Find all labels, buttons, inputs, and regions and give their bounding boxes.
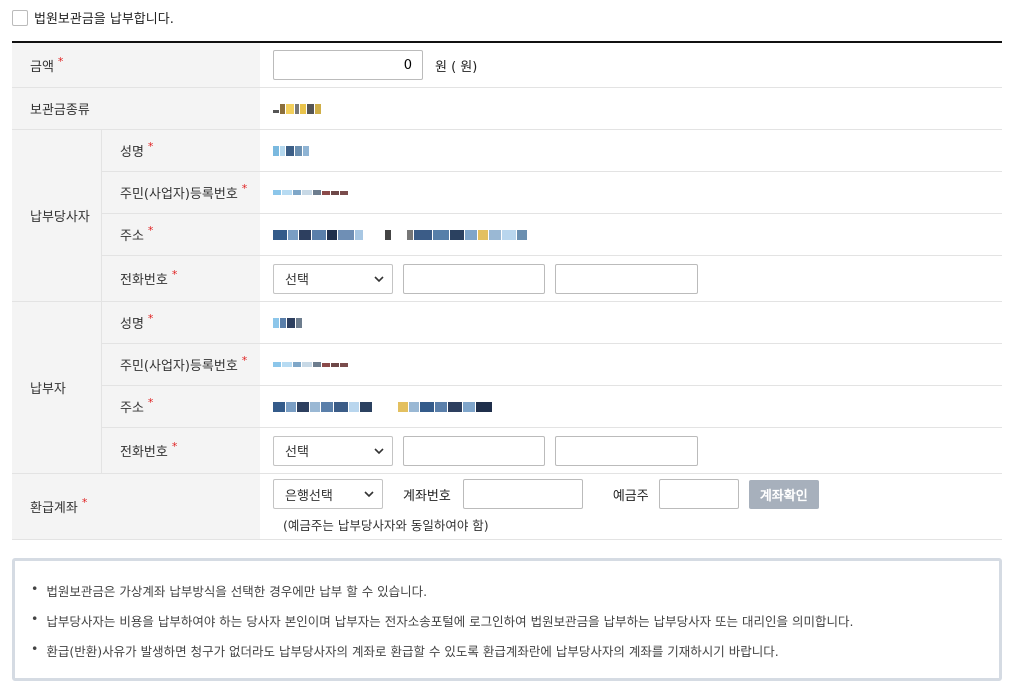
payer-name-label: 성명 * (102, 302, 260, 343)
payer-name-redacted (273, 316, 302, 330)
chevron-down-icon (364, 491, 374, 498)
notice-item: • 환급(반환)사유가 발생하면 청구가 없더라도 납부당사자의 계좌로 환급할 … (31, 641, 983, 660)
payer-phone-mid-input[interactable] (403, 435, 545, 466)
required-mark: * (241, 182, 248, 195)
required-mark: * (147, 396, 154, 409)
account-number-label: 계좌번호 (403, 488, 451, 504)
account-holder-label: 예금주 (612, 488, 649, 504)
amount-input[interactable] (273, 50, 423, 80)
confirm-account-button[interactable]: 계좌확인 (748, 479, 819, 509)
amount-row: 금액* 원 ( 원) (12, 43, 1002, 88)
payer-party-phone-row: 전화번호 * 선택 (102, 256, 1002, 301)
payer-party-regno-label-text: 주민(사업자)등록번호 (120, 187, 238, 202)
payer-party-group: 납부당사자 성명 * 주민(사업자)등록번호 * 주소 * 전화번호 * 선택 (12, 130, 1002, 302)
payer-party-address-row: 주소 * (102, 214, 1002, 256)
payer-party-address-label-text: 주소 (120, 229, 144, 244)
payer-regno-redacted (273, 358, 348, 372)
notice-text: 납부당사자는 비용을 납부하여야 하는 당사자 본인이며 납부자는 전자소송포털… (46, 614, 854, 629)
bullet-icon: • (31, 641, 39, 656)
required-mark: * (241, 354, 248, 367)
consent-label: 법원보관금을 납부합니다. (34, 12, 174, 27)
required-mark: * (57, 54, 64, 68)
notice-item: • 법원보관금은 가상계좌 납부방식을 선택한 경우에만 납부 할 수 있습니다. (31, 581, 983, 600)
consent-checkbox-row[interactable]: 법원보관금을 납부합니다. (12, 8, 174, 27)
payer-party-phone-select-value: 선택 (285, 273, 309, 288)
chevron-down-icon (374, 447, 384, 454)
payer-phone-select[interactable]: 선택 (273, 435, 393, 466)
payer-name-row: 성명 * (102, 302, 1002, 344)
payer-party-phone-mid-input[interactable] (403, 263, 545, 294)
refund-label: 환급계좌 * (12, 474, 260, 539)
payer-party-name-redacted (273, 144, 309, 158)
bank-select-value: 은행선택 (285, 488, 333, 504)
consent-checkbox[interactable] (12, 9, 28, 26)
notice-text: 환급(반환)사유가 발생하면 청구가 없더라도 납부당사자의 계좌로 환급할 수… (46, 644, 779, 659)
payer-party-address-label: 주소 * (102, 214, 260, 255)
payer-regno-row: 주민(사업자)등록번호 * (102, 344, 1002, 386)
notice-item: • 납부당사자는 비용을 납부하여야 하는 당사자 본인이며 납부자는 전자소송포… (31, 611, 983, 630)
payer-party-phone-label: 전화번호 * (102, 256, 260, 301)
payer-group: 납부자 성명 * 주민(사업자)등록번호 * 주소 * 전화번호 * 선택 (12, 302, 1002, 474)
payer-party-phone-last-input[interactable] (555, 263, 698, 294)
payer-phone-row: 전화번호 * 선택 (102, 428, 1002, 473)
refund-note: (예금주는 납부당사자와 동일하여야 함) (283, 518, 489, 533)
payer-party-name-row: 성명 * (102, 130, 1002, 172)
payer-regno-label: 주민(사업자)등록번호 * (102, 344, 260, 385)
required-mark: * (147, 312, 154, 325)
bank-select[interactable]: 은행선택 (273, 479, 383, 509)
amount-unit: 원 ( 원) (435, 59, 478, 75)
payer-party-address-redacted (273, 228, 527, 242)
payer-phone-last-input[interactable] (555, 435, 698, 466)
deposit-type-label: 보관금종류 (12, 88, 260, 129)
payer-name-label-text: 성명 (120, 317, 144, 332)
payer-party-name-label: 성명 * (102, 130, 260, 171)
payer-regno-label-text: 주민(사업자)등록번호 (120, 359, 238, 374)
payer-party-regno-row: 주민(사업자)등록번호 * (102, 172, 1002, 214)
deposit-type-value-redacted (273, 102, 321, 116)
payer-party-phone-select[interactable]: 선택 (273, 263, 393, 294)
required-mark: * (81, 496, 88, 509)
payer-phone-select-value: 선택 (285, 445, 309, 460)
payer-address-label-text: 주소 (120, 401, 144, 416)
payer-party-regno-label: 주민(사업자)등록번호 * (102, 172, 260, 213)
required-mark: * (147, 140, 154, 153)
payer-party-regno-redacted (273, 186, 348, 200)
bullet-icon: • (31, 611, 39, 626)
required-mark: * (171, 268, 178, 281)
required-mark: * (171, 440, 178, 453)
deposit-type-row: 보관금종류 (12, 88, 1002, 130)
payer-address-row: 주소 * (102, 386, 1002, 428)
amount-label-text: 금액 (30, 59, 54, 75)
refund-row: 환급계좌 * 은행선택 계좌번호 예금주 계좌확인 (예금주는 납부당사자와 동일… (12, 474, 1002, 540)
payer-label: 납부자 (12, 302, 102, 473)
payer-address-label: 주소 * (102, 386, 260, 427)
payer-party-name-label-text: 성명 (120, 145, 144, 160)
deposit-type-label-text: 보관금종류 (30, 103, 90, 118)
payer-address-redacted (273, 400, 492, 414)
bullet-icon: • (31, 581, 39, 596)
notice-box: • 법원보관금은 가상계좌 납부방식을 선택한 경우에만 납부 할 수 있습니다.… (12, 558, 1002, 681)
account-holder-input[interactable] (658, 479, 739, 509)
payer-phone-label-text: 전화번호 (120, 445, 168, 460)
payer-party-phone-label-text: 전화번호 (120, 273, 168, 288)
required-mark: * (147, 224, 154, 237)
refund-label-text: 환급계좌 (30, 501, 78, 516)
chevron-down-icon (374, 275, 384, 282)
deposit-form: 금액* 원 ( 원) 보관금종류 납부당사자 성명 (12, 41, 1002, 540)
payer-party-label: 납부당사자 (12, 130, 102, 301)
amount-label: 금액 * (12, 43, 260, 87)
notice-text: 법원보관금은 가상계좌 납부방식을 선택한 경우에만 납부 할 수 있습니다. (46, 584, 428, 599)
notice-list: • 법원보관금은 가상계좌 납부방식을 선택한 경우에만 납부 할 수 있습니다.… (31, 581, 983, 660)
payer-phone-label: 전화번호 * (102, 428, 260, 473)
account-number-input[interactable] (462, 479, 583, 509)
